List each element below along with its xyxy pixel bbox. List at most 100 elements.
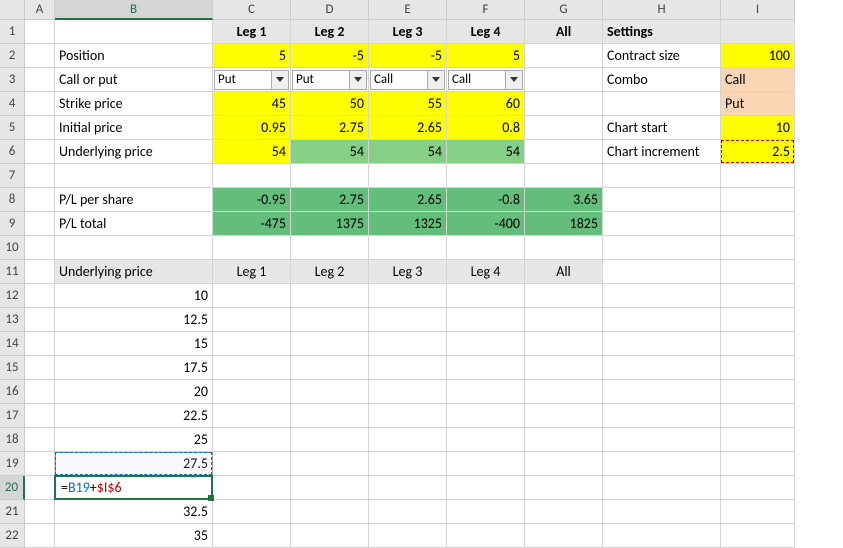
column-header-i[interactable]: I	[721, 0, 795, 20]
row-header-3[interactable]: 3	[0, 68, 25, 92]
leg4-col[interactable]: Leg 4	[447, 260, 525, 284]
row-header-11[interactable]: 11	[0, 260, 25, 284]
cell[interactable]	[721, 188, 795, 212]
cell[interactable]	[369, 500, 447, 524]
underlying-series-value[interactable]: 22.5	[55, 404, 213, 428]
cell[interactable]	[213, 380, 291, 404]
cell[interactable]	[603, 212, 721, 236]
cell[interactable]	[25, 356, 55, 380]
cell[interactable]	[721, 500, 795, 524]
cell[interactable]	[603, 500, 721, 524]
cell[interactable]	[721, 20, 795, 44]
cell[interactable]	[525, 332, 603, 356]
column-header-f[interactable]: F	[447, 0, 525, 20]
chevron-down-icon[interactable]	[350, 70, 367, 90]
leg2-col[interactable]: Leg 2	[291, 260, 369, 284]
callput-leg1-dropdown[interactable]: Put	[213, 68, 291, 92]
strike-label[interactable]: Strike price	[55, 92, 213, 116]
cell[interactable]	[721, 380, 795, 404]
column-header-g[interactable]: G	[525, 0, 603, 20]
underlying-series-label[interactable]: Underlying price	[55, 260, 213, 284]
cell[interactable]	[25, 452, 55, 476]
strike-leg2[interactable]: 50	[291, 92, 369, 116]
cell[interactable]	[447, 452, 525, 476]
combo-put[interactable]: Put	[721, 92, 795, 116]
cell[interactable]	[525, 404, 603, 428]
cell[interactable]	[525, 380, 603, 404]
cell[interactable]	[369, 428, 447, 452]
chevron-down-icon[interactable]	[272, 70, 289, 90]
cell[interactable]	[525, 164, 603, 188]
cell[interactable]	[55, 236, 213, 260]
cell[interactable]	[721, 356, 795, 380]
cell[interactable]	[25, 188, 55, 212]
underlying-leg1[interactable]: 54	[213, 140, 291, 164]
cell[interactable]	[213, 428, 291, 452]
row-header-9[interactable]: 9	[0, 212, 25, 236]
cell[interactable]	[25, 236, 55, 260]
position-leg4[interactable]: 5	[447, 44, 525, 68]
cell[interactable]	[447, 308, 525, 332]
cell[interactable]	[525, 116, 603, 140]
cell[interactable]	[525, 68, 603, 92]
pltotal-leg1[interactable]: -475	[213, 212, 291, 236]
cell[interactable]	[447, 500, 525, 524]
cell[interactable]	[369, 284, 447, 308]
cell[interactable]	[447, 284, 525, 308]
initial-label[interactable]: Initial price	[55, 116, 213, 140]
all-col[interactable]: All	[525, 260, 603, 284]
cell[interactable]	[721, 476, 795, 500]
cell[interactable]	[447, 524, 525, 548]
cell[interactable]	[291, 428, 369, 452]
settings-header[interactable]: Settings	[603, 20, 721, 44]
cell[interactable]	[603, 452, 721, 476]
cell[interactable]	[603, 428, 721, 452]
cell[interactable]	[369, 452, 447, 476]
chevron-down-icon[interactable]	[506, 70, 523, 90]
pltotal-leg2[interactable]: 1375	[291, 212, 369, 236]
plshare-leg3[interactable]: 2.65	[369, 188, 447, 212]
cell[interactable]	[525, 92, 603, 116]
row-header-14[interactable]: 14	[0, 332, 25, 356]
underlying-leg3[interactable]: 54	[369, 140, 447, 164]
cell[interactable]	[213, 404, 291, 428]
cell[interactable]	[721, 212, 795, 236]
cell[interactable]	[721, 284, 795, 308]
column-header-e[interactable]: E	[369, 0, 447, 20]
cell[interactable]	[213, 524, 291, 548]
chart-increment-value[interactable]: 2.5	[721, 140, 795, 164]
plshare-leg4[interactable]: -0.8	[447, 188, 525, 212]
leg1-header[interactable]: Leg 1	[213, 20, 291, 44]
cell[interactable]	[721, 452, 795, 476]
cell[interactable]	[291, 476, 369, 500]
cell[interactable]	[447, 428, 525, 452]
cell[interactable]	[369, 380, 447, 404]
column-header-b[interactable]: B	[55, 0, 213, 20]
cell[interactable]	[369, 476, 447, 500]
underlying-series-value[interactable]: 20	[55, 380, 213, 404]
cell[interactable]	[603, 260, 721, 284]
cell[interactable]	[213, 356, 291, 380]
cell[interactable]	[603, 92, 721, 116]
callput-leg2-dropdown[interactable]: Put	[291, 68, 369, 92]
cell[interactable]	[447, 356, 525, 380]
underlying-label[interactable]: Underlying price	[55, 140, 213, 164]
combo-call[interactable]: Call	[721, 68, 795, 92]
pltotal-leg4[interactable]: -400	[447, 212, 525, 236]
initial-leg4[interactable]: 0.8	[447, 116, 525, 140]
cell[interactable]	[291, 356, 369, 380]
cell[interactable]	[447, 332, 525, 356]
row-header-10[interactable]: 10	[0, 236, 25, 260]
underlying-leg2[interactable]: 54	[291, 140, 369, 164]
column-header-a[interactable]: A	[25, 0, 55, 20]
select-all-corner[interactable]	[0, 0, 25, 20]
strike-leg3[interactable]: 55	[369, 92, 447, 116]
chevron-down-icon[interactable]	[428, 70, 445, 90]
cell[interactable]	[213, 332, 291, 356]
cell[interactable]	[721, 164, 795, 188]
pltotal-all[interactable]: 1825	[525, 212, 603, 236]
cell[interactable]	[291, 500, 369, 524]
leg2-header[interactable]: Leg 2	[291, 20, 369, 44]
row-header-2[interactable]: 2	[0, 44, 25, 68]
plshare-leg1[interactable]: -0.95	[213, 188, 291, 212]
